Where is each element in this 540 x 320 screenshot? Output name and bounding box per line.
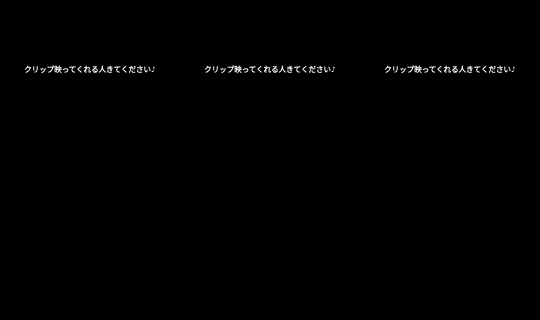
caption-text-left: クリップ映ってくれる人きてください♪	[24, 65, 156, 74]
video-panel-center: クリップ映ってくれる人きてください♪	[180, 0, 360, 320]
caption-text-center: クリップ映ってくれる人きてください♪	[204, 65, 336, 74]
video-panel-right: クリップ映ってくれる人きてください♪	[360, 0, 540, 320]
caption-text-right: クリップ映ってくれる人きてください♪	[384, 65, 516, 74]
video-panel-left: クリップ映ってくれる人きてください♪	[0, 0, 180, 320]
video-screen: クリップ映ってくれる人きてください♪ クリップ映ってくれる人きてください♪ クリ…	[0, 0, 540, 320]
